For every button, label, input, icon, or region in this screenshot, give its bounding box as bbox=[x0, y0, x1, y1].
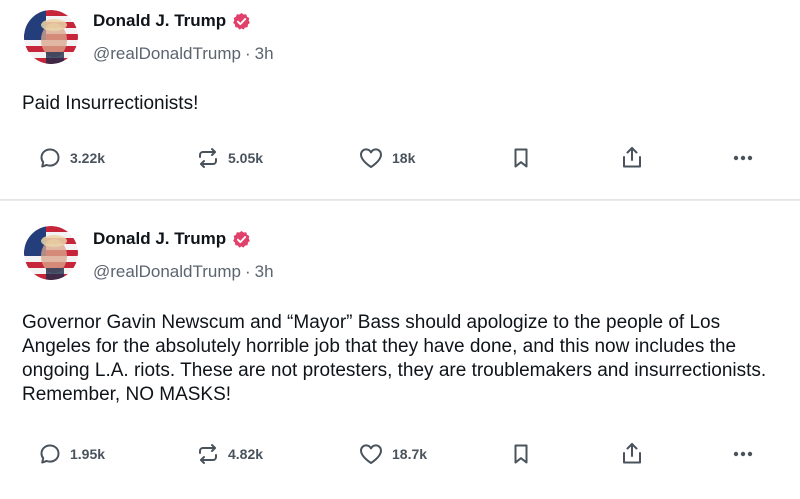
comment-bubble-icon bbox=[38, 146, 62, 170]
separator-dot: · bbox=[244, 262, 251, 281]
post-actions: 1.95k 4.82k 18.7k bbox=[0, 439, 800, 469]
like-count: 18.7k bbox=[392, 446, 428, 462]
more-dots-icon bbox=[731, 146, 755, 170]
more-options-button[interactable] bbox=[731, 143, 755, 173]
repost-arrows-icon bbox=[196, 442, 220, 466]
bookmark-button[interactable] bbox=[509, 143, 533, 173]
reply-button[interactable]: 3.22k bbox=[38, 143, 105, 173]
author-name-text: Donald J. Trump bbox=[93, 229, 227, 248]
bookmark-icon bbox=[509, 146, 533, 170]
bookmark-icon bbox=[509, 442, 533, 466]
retruth-button[interactable]: 4.82k bbox=[196, 439, 263, 469]
retruth-count: 5.05k bbox=[228, 150, 264, 166]
reply-button[interactable]: 1.95k bbox=[38, 439, 105, 469]
separator-dot: · bbox=[244, 44, 251, 63]
avatar[interactable] bbox=[24, 226, 78, 280]
more-dots-icon bbox=[731, 442, 755, 466]
heart-icon bbox=[358, 146, 384, 170]
author-name[interactable]: Donald J. Trump bbox=[93, 229, 251, 249]
reply-count: 3.22k bbox=[70, 150, 106, 166]
post-timestamp[interactable]: 3h bbox=[255, 262, 274, 281]
repost-arrows-icon bbox=[196, 146, 220, 170]
heart-icon bbox=[358, 442, 384, 466]
author-name-text: Donald J. Trump bbox=[93, 11, 227, 30]
share-button[interactable] bbox=[619, 143, 645, 173]
post-text: Paid Insurrectionists! bbox=[22, 93, 199, 114]
verified-badge-icon bbox=[232, 230, 251, 249]
post[interactable]: Donald J. Trump @realDonaldTrump · 3h Paid… bbox=[0, 0, 800, 200]
bookmark-button[interactable] bbox=[509, 439, 533, 469]
like-button[interactable]: 18k bbox=[358, 143, 415, 173]
author-meta: @realDonaldTrump · 3h bbox=[93, 44, 274, 64]
more-options-button[interactable] bbox=[731, 439, 755, 469]
share-button[interactable] bbox=[619, 439, 645, 469]
author-handle[interactable]: @realDonaldTrump bbox=[93, 44, 241, 63]
retruth-button[interactable]: 5.05k bbox=[196, 143, 263, 173]
like-button[interactable]: 18.7k bbox=[358, 439, 427, 469]
post-text: Governor Gavin Newscum and “Mayor” Bass … bbox=[22, 312, 767, 405]
post[interactable]: Donald J. Trump @realDonaldTrump · 3h Gove… bbox=[0, 200, 800, 499]
retruth-count: 4.82k bbox=[228, 446, 264, 462]
feed: Donald J. Trump @realDonaldTrump · 3h Paid… bbox=[0, 0, 800, 499]
post-actions: 3.22k 5.05k 18k bbox=[0, 143, 800, 173]
author-handle[interactable]: @realDonaldTrump bbox=[93, 262, 241, 281]
reply-count: 1.95k bbox=[70, 446, 106, 462]
post-timestamp[interactable]: 3h bbox=[255, 44, 274, 63]
share-upload-icon bbox=[619, 145, 645, 171]
like-count: 18k bbox=[392, 150, 416, 166]
verified-badge-icon bbox=[232, 12, 251, 31]
author-name[interactable]: Donald J. Trump bbox=[93, 11, 251, 31]
comment-bubble-icon bbox=[38, 442, 62, 466]
avatar[interactable] bbox=[24, 10, 78, 64]
share-upload-icon bbox=[619, 441, 645, 467]
author-meta: @realDonaldTrump · 3h bbox=[93, 262, 274, 282]
